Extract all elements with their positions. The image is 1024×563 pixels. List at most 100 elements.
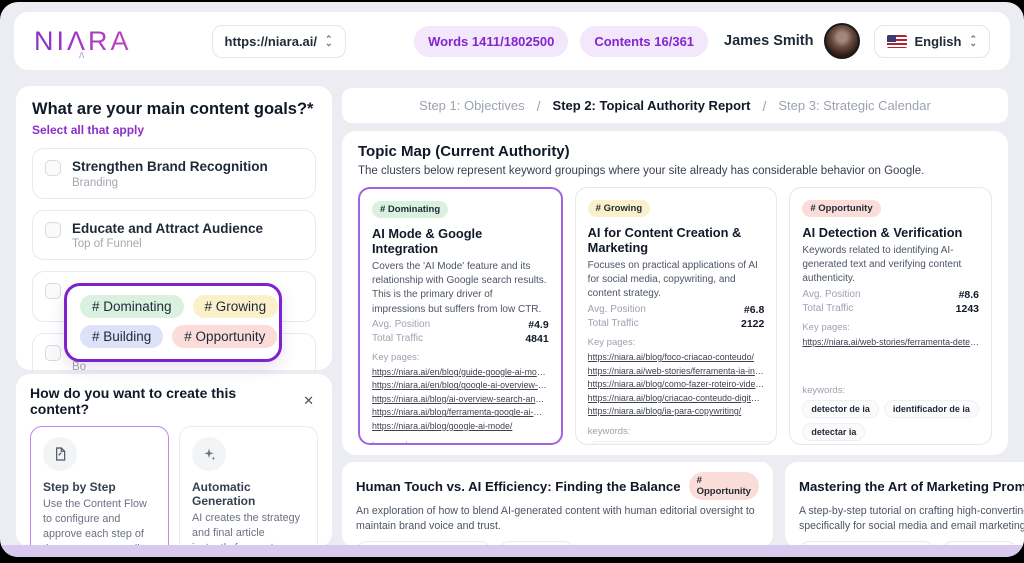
close-icon[interactable]: ✕: [299, 391, 318, 411]
cluster-title: AI Detection & Verification: [802, 225, 979, 240]
keywords-label: keywords:: [372, 440, 549, 445]
cluster-card-ai-mode[interactable]: # Dominating AI Mode & Google Integratio…: [358, 187, 563, 445]
updown-chevron-icon: ⌃⌄: [969, 37, 977, 45]
goal-option-branding[interactable]: Strengthen Brand Recognition Branding: [32, 148, 316, 199]
key-page-link[interactable]: https://niara.ai/blog/google-ai-mode/: [372, 420, 549, 434]
app-window: NIΛRA ᴧ https://niara.ai/ ⌃⌄ Words 1411/…: [0, 2, 1024, 557]
step-1-objectives[interactable]: Step 1: Objectives: [419, 98, 525, 113]
step-2-topical-authority-report[interactable]: Step 2: Topical Authority Report: [553, 98, 751, 113]
avg-position-label: Avg. Position: [372, 319, 430, 331]
language-select[interactable]: English ⌃⌄: [874, 25, 991, 58]
option-title: Step by Step: [43, 480, 156, 494]
key-page-link[interactable]: https://niara.ai/blog/ia-para-copywritin…: [588, 405, 765, 419]
key-pages-label: Key pages:: [588, 337, 765, 348]
checkbox[interactable]: [45, 160, 61, 176]
goal-sublabel: Bo: [72, 361, 86, 373]
logo-caret-icon: ᴧ: [79, 49, 85, 61]
option-automatic-generation[interactable]: Automatic Generation AI creates the stra…: [179, 426, 318, 557]
words-usage-badge: Words 1411/1802500: [414, 26, 568, 57]
tag-building: # Building: [80, 325, 163, 348]
goal-sublabel: Top of Funnel: [72, 238, 263, 250]
cluster-card-ai-detection[interactable]: # Opportunity AI Detection & Verificatio…: [789, 187, 992, 445]
cluster-tag: # Opportunity: [802, 200, 880, 217]
site-url-select[interactable]: https://niara.ai/ ⌃⌄: [212, 25, 346, 58]
goal-option-top-of-funnel[interactable]: Educate and Attract Audience Top of Funn…: [32, 210, 316, 261]
keyword-chip: detector de ia: [802, 400, 879, 418]
key-page-link[interactable]: https://niara.ai/web-stories/ferramenta-…: [588, 365, 765, 379]
key-page-link[interactable]: https://niara.ai/web-stories/ferramenta-…: [802, 336, 979, 350]
key-page-link[interactable]: https://niara.ai/blog/criacao-conteudo-d…: [588, 392, 765, 406]
cluster-desc: Focuses on practical applications of AI …: [588, 259, 765, 302]
niara-logo: NIΛRA ᴧ: [34, 26, 132, 57]
cluster-desc: Covers the 'AI Mode' feature and its rel…: [372, 260, 549, 317]
sparkles-icon: [192, 437, 226, 471]
goals-title: What are your main content goals?*: [32, 100, 316, 119]
goals-subtitle: Select all that apply: [32, 123, 316, 137]
total-traffic-label: Total Traffic: [802, 303, 853, 315]
key-page-link[interactable]: https://niara.ai/en/blog/guide-google-ai…: [372, 366, 549, 380]
avg-position-value: #8.6: [959, 289, 979, 301]
create-panel-title: How do you want to create this content?: [30, 385, 299, 417]
avg-position-label: Avg. Position: [802, 289, 860, 301]
keyword-chip: identificador de ia: [884, 400, 979, 418]
planned-articles: Human Touch vs. AI Efficiency: Finding t…: [342, 462, 1008, 547]
step-3-strategic-calendar[interactable]: Step 3: Strategic Calendar: [778, 98, 930, 113]
key-page-link[interactable]: https://niara.ai/en/blog/google-ai-overv…: [372, 379, 549, 393]
keywords-label: keywords:: [802, 385, 979, 396]
cluster-title: AI Mode & Google Integration: [372, 226, 549, 256]
option-title: Automatic Generation: [192, 480, 305, 508]
tag-dominating: # Dominating: [80, 295, 184, 318]
topic-map-subtitle: The clusters below represent keyword gro…: [358, 165, 992, 177]
key-page-link[interactable]: https://niara.ai/blog/como-fazer-roteiro…: [588, 378, 765, 392]
article-title: Human Touch vs. AI Efficiency: Finding t…: [356, 479, 681, 494]
checkbox[interactable]: [45, 222, 61, 238]
site-url-value: https://niara.ai/: [225, 34, 317, 49]
tag-growing: # Growing: [193, 295, 279, 318]
updown-chevron-icon: ⌃⌄: [325, 37, 333, 45]
total-traffic-value: 2122: [741, 318, 764, 330]
step-separator: /: [537, 98, 541, 114]
option-step-by-step[interactable]: Step by Step Use the Content Flow to con…: [30, 426, 169, 557]
total-traffic-label: Total Traffic: [588, 318, 639, 330]
checkbox[interactable]: [45, 345, 61, 361]
key-pages-label: Key pages:: [802, 322, 979, 333]
article-card-human-touch[interactable]: Human Touch vs. AI Efficiency: Finding t…: [342, 462, 773, 547]
language-label: English: [915, 34, 962, 49]
avg-position-value: #6.8: [744, 304, 764, 316]
goal-label: Strengthen Brand Recognition: [72, 158, 268, 176]
cluster-card-content-creation[interactable]: # Growing AI for Content Creation & Mark…: [575, 187, 778, 445]
create-content-panel: How do you want to create this content? …: [16, 374, 332, 547]
goal-label: Educate and Attract Audience: [72, 220, 263, 238]
us-flag-icon: [887, 35, 907, 48]
contents-usage-badge: Contents 16/361: [580, 26, 708, 57]
avg-position-label: Avg. Position: [588, 304, 646, 316]
key-page-link[interactable]: https://niara.ai/blog/ferramenta-google-…: [372, 406, 549, 420]
article-desc: An exploration of how to blend AI-genera…: [356, 504, 759, 534]
total-traffic-label: Total Traffic: [372, 333, 423, 345]
top-bar: NIΛRA ᴧ https://niara.ai/ ⌃⌄ Words 1411/…: [14, 12, 1010, 70]
article-tag: # Opportunity: [689, 472, 759, 500]
document-icon: [43, 437, 77, 471]
cluster-tag: # Growing: [588, 200, 650, 217]
cluster-title: AI for Content Creation & Marketing: [588, 225, 765, 255]
key-page-link[interactable]: https://niara.ai/blog/foco-criacao-conte…: [588, 351, 765, 365]
article-card-marketing-prompts[interactable]: Mastering the Art of Marketing Prompts #…: [785, 462, 1024, 547]
keywords-label: keywords:: [588, 426, 765, 437]
avg-position-value: #4.9: [528, 319, 548, 331]
topic-map-panel: Topic Map (Current Authority) The cluste…: [342, 131, 1008, 455]
user-name: James Smith: [724, 33, 813, 49]
total-traffic-value: 1243: [956, 303, 979, 315]
topic-map-title: Topic Map (Current Authority): [358, 143, 992, 160]
keyword-chip: inteligência artificial para criar posts…: [588, 441, 778, 446]
cluster-desc: Keywords related to identifying AI-gener…: [802, 244, 979, 287]
checkbox[interactable]: [45, 283, 61, 299]
total-traffic-value: 4841: [525, 333, 548, 345]
avatar[interactable]: [824, 23, 860, 59]
footer-accent-bar: [0, 545, 1024, 557]
article-title: Mastering the Art of Marketing Prompts: [799, 479, 1024, 494]
key-page-link[interactable]: https://niara.ai/blog/ai-overview-search…: [372, 393, 549, 407]
key-pages-label: Key pages:: [372, 352, 549, 363]
step-separator: /: [762, 98, 766, 114]
cluster-tags-popover: # Dominating # Growing # Building # Oppo…: [64, 283, 282, 362]
goal-sublabel: Branding: [72, 177, 268, 189]
